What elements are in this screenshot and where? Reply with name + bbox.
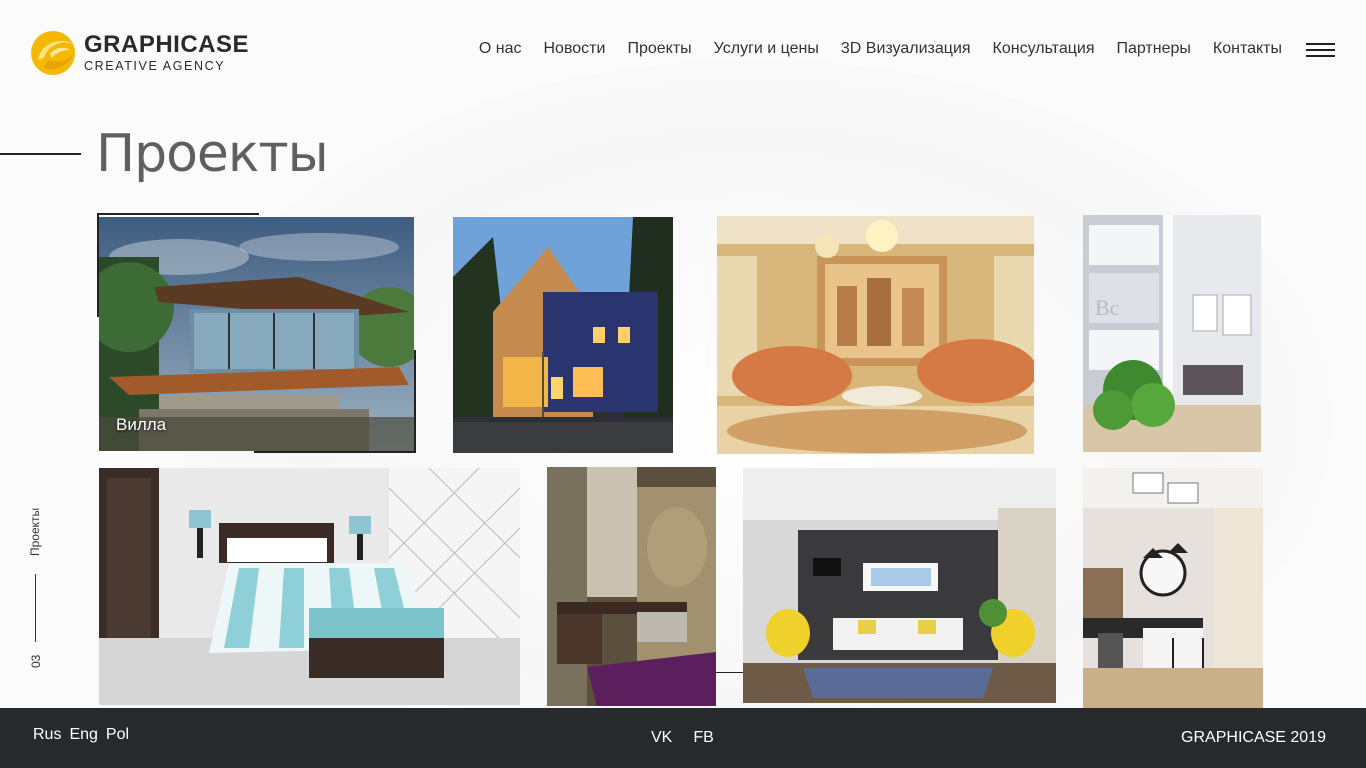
social-fb[interactable]: FB	[693, 729, 713, 747]
villa-hover-line	[97, 213, 259, 215]
project-tile-wood-house[interactable]	[453, 217, 673, 453]
copyright: GRAPHICASE 2019	[1181, 729, 1326, 746]
hamburger-icon[interactable]	[1306, 43, 1335, 59]
social-links: VK FB	[651, 729, 714, 747]
hamburger-line	[1306, 55, 1335, 57]
social-vk[interactable]: VK	[651, 729, 672, 747]
hamburger-line	[1306, 43, 1335, 45]
logo[interactable]: GRAPHICASE CREATIVE AGENCY	[30, 30, 249, 76]
logo-icon	[30, 30, 76, 76]
nav-item-partners[interactable]: Партнеры	[1116, 40, 1190, 58]
bathroom-image	[547, 467, 716, 706]
project-tile-living-yellow[interactable]	[743, 468, 1056, 703]
svg-text:Bc: Bc	[1095, 295, 1120, 320]
bedroom-image	[99, 468, 520, 705]
side-divider	[35, 574, 36, 642]
project-tile-bathroom[interactable]	[547, 467, 716, 706]
project-tile-classic-living[interactable]	[717, 216, 1034, 454]
hall-shelves-image: Bc	[1083, 215, 1261, 452]
lang-rus[interactable]: Rus	[33, 726, 61, 744]
side-section-number: 03	[29, 654, 43, 668]
project-tile-bedroom[interactable]	[99, 468, 520, 705]
villa-hover-line	[254, 451, 416, 453]
living-yellow-image	[743, 468, 1056, 703]
wood-house-image	[453, 217, 673, 453]
nav-item-consultation[interactable]: Консультация	[993, 40, 1095, 58]
nav-item-services[interactable]: Услуги и цены	[714, 40, 819, 58]
title-divider	[0, 153, 81, 155]
main-nav: О нас Новости Проекты Услуги и цены 3D В…	[479, 40, 1282, 58]
nav-item-3d[interactable]: 3D Визуализация	[841, 40, 971, 58]
lang-pol[interactable]: Pol	[106, 726, 129, 744]
lang-eng[interactable]: Eng	[69, 726, 97, 744]
hamburger-line	[1306, 49, 1335, 51]
nav-item-about[interactable]: О нас	[479, 40, 522, 58]
language-switcher: Rus Eng Pol	[33, 726, 129, 744]
project-tile-kitchen[interactable]	[1083, 468, 1263, 708]
side-section-label: Проекты	[28, 507, 42, 556]
project-tile-hall-shelves[interactable]: Bc	[1083, 215, 1261, 452]
project-tile-villa[interactable]: Вилла	[99, 217, 414, 451]
nav-item-news[interactable]: Новости	[544, 40, 606, 58]
tile-connector-line	[716, 672, 744, 673]
villa-hover-line	[414, 350, 416, 453]
footer: Rus Eng Pol VK FB GRAPHICASE 2019	[0, 708, 1366, 768]
project-caption: Вилла	[116, 415, 167, 434]
nav-item-projects[interactable]: Проекты	[627, 40, 691, 58]
nav-item-contacts[interactable]: Контакты	[1213, 40, 1282, 58]
logo-name: GRAPHICASE	[84, 30, 250, 58]
logo-subtitle: CREATIVE AGENCY	[84, 58, 226, 73]
kitchen-image	[1083, 468, 1263, 708]
classic-living-image	[717, 216, 1034, 454]
page-title: Проекты	[96, 124, 329, 184]
